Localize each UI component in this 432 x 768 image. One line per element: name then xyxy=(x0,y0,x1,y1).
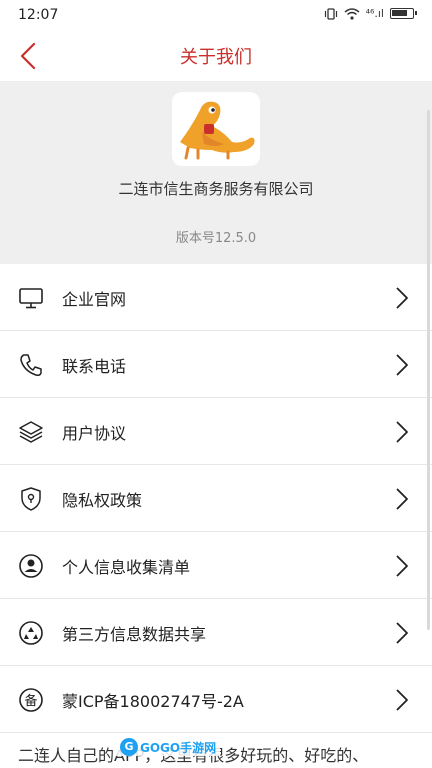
status-bar: 12:07 ⁴⁶.ıl xyxy=(0,0,432,30)
status-icons: ⁴⁶.ıl xyxy=(324,7,417,20)
layers-icon xyxy=(19,421,43,443)
menu-item-label: 个人信息收集清单 xyxy=(62,558,191,577)
chevron-right-icon xyxy=(396,622,408,644)
signal-icon: ⁴⁶.ıl xyxy=(365,7,384,20)
menu-item-label: 蒙ICP备18002747号-2A xyxy=(62,692,244,711)
chevron-right-icon xyxy=(396,421,408,443)
chevron-right-icon xyxy=(396,689,408,711)
about-menu-list: 企业官网 联系电话 用户协议 隐私权政策 个人信息收集清单 第三方信息数据共享 … xyxy=(0,264,432,733)
nav-bar: 关于我们 xyxy=(0,30,432,82)
watermark-text: GOGO手游网 xyxy=(140,740,217,755)
user-circle-icon xyxy=(19,554,43,578)
menu-item-user-agreement[interactable]: 用户协议 xyxy=(0,398,432,465)
version-label: 版本号12.5.0 xyxy=(175,231,257,246)
vibrate-icon xyxy=(324,7,337,20)
menu-item-label: 隐私权政策 xyxy=(62,491,143,510)
menu-item-privacy-policy[interactable]: 隐私权政策 xyxy=(0,465,432,532)
status-time: 12:07 xyxy=(18,7,59,23)
chevron-right-icon xyxy=(396,555,408,577)
chevron-right-icon xyxy=(396,287,408,309)
filing-icon: 备 xyxy=(19,688,43,712)
app-logo xyxy=(172,92,260,166)
menu-item-website[interactable]: 企业官网 xyxy=(0,264,432,331)
menu-item-label: 企业官网 xyxy=(62,290,127,309)
watermark-logo-icon: G xyxy=(120,738,138,756)
monitor-icon xyxy=(19,288,43,309)
wifi-icon xyxy=(344,7,360,20)
about-description: 二连人自己的APP，这里有很多好玩的、好吃的、 xyxy=(18,742,432,766)
chevron-right-icon xyxy=(396,488,408,510)
menu-item-phone[interactable]: 联系电话 xyxy=(0,331,432,398)
watermark: G GOGO手游网 xyxy=(116,738,221,756)
battery-icon xyxy=(390,8,417,19)
chevron-right-icon xyxy=(396,354,408,376)
dinosaur-logo-icon xyxy=(180,101,255,160)
menu-item-icp-filing[interactable]: 备 蒙ICP备18002747号-2A xyxy=(0,666,432,733)
shield-icon xyxy=(21,487,41,511)
scrollbar[interactable] xyxy=(427,110,430,630)
phone-icon xyxy=(20,354,42,376)
about-header: 二连市信生商务服务有限公司 版本号12.5.0 xyxy=(0,82,432,264)
company-name: 二连市信生商务服务有限公司 xyxy=(118,180,314,198)
recycle-icon xyxy=(19,621,43,645)
menu-item-label: 用户协议 xyxy=(62,424,127,443)
page-title: 关于我们 xyxy=(180,47,252,68)
menu-item-personal-info-list[interactable]: 个人信息收集清单 xyxy=(0,532,432,599)
menu-item-label: 联系电话 xyxy=(62,357,127,376)
svg-text:备: 备 xyxy=(24,693,37,709)
menu-item-third-party-sharing[interactable]: 第三方信息数据共享 xyxy=(0,599,432,666)
menu-item-label: 第三方信息数据共享 xyxy=(62,625,207,644)
